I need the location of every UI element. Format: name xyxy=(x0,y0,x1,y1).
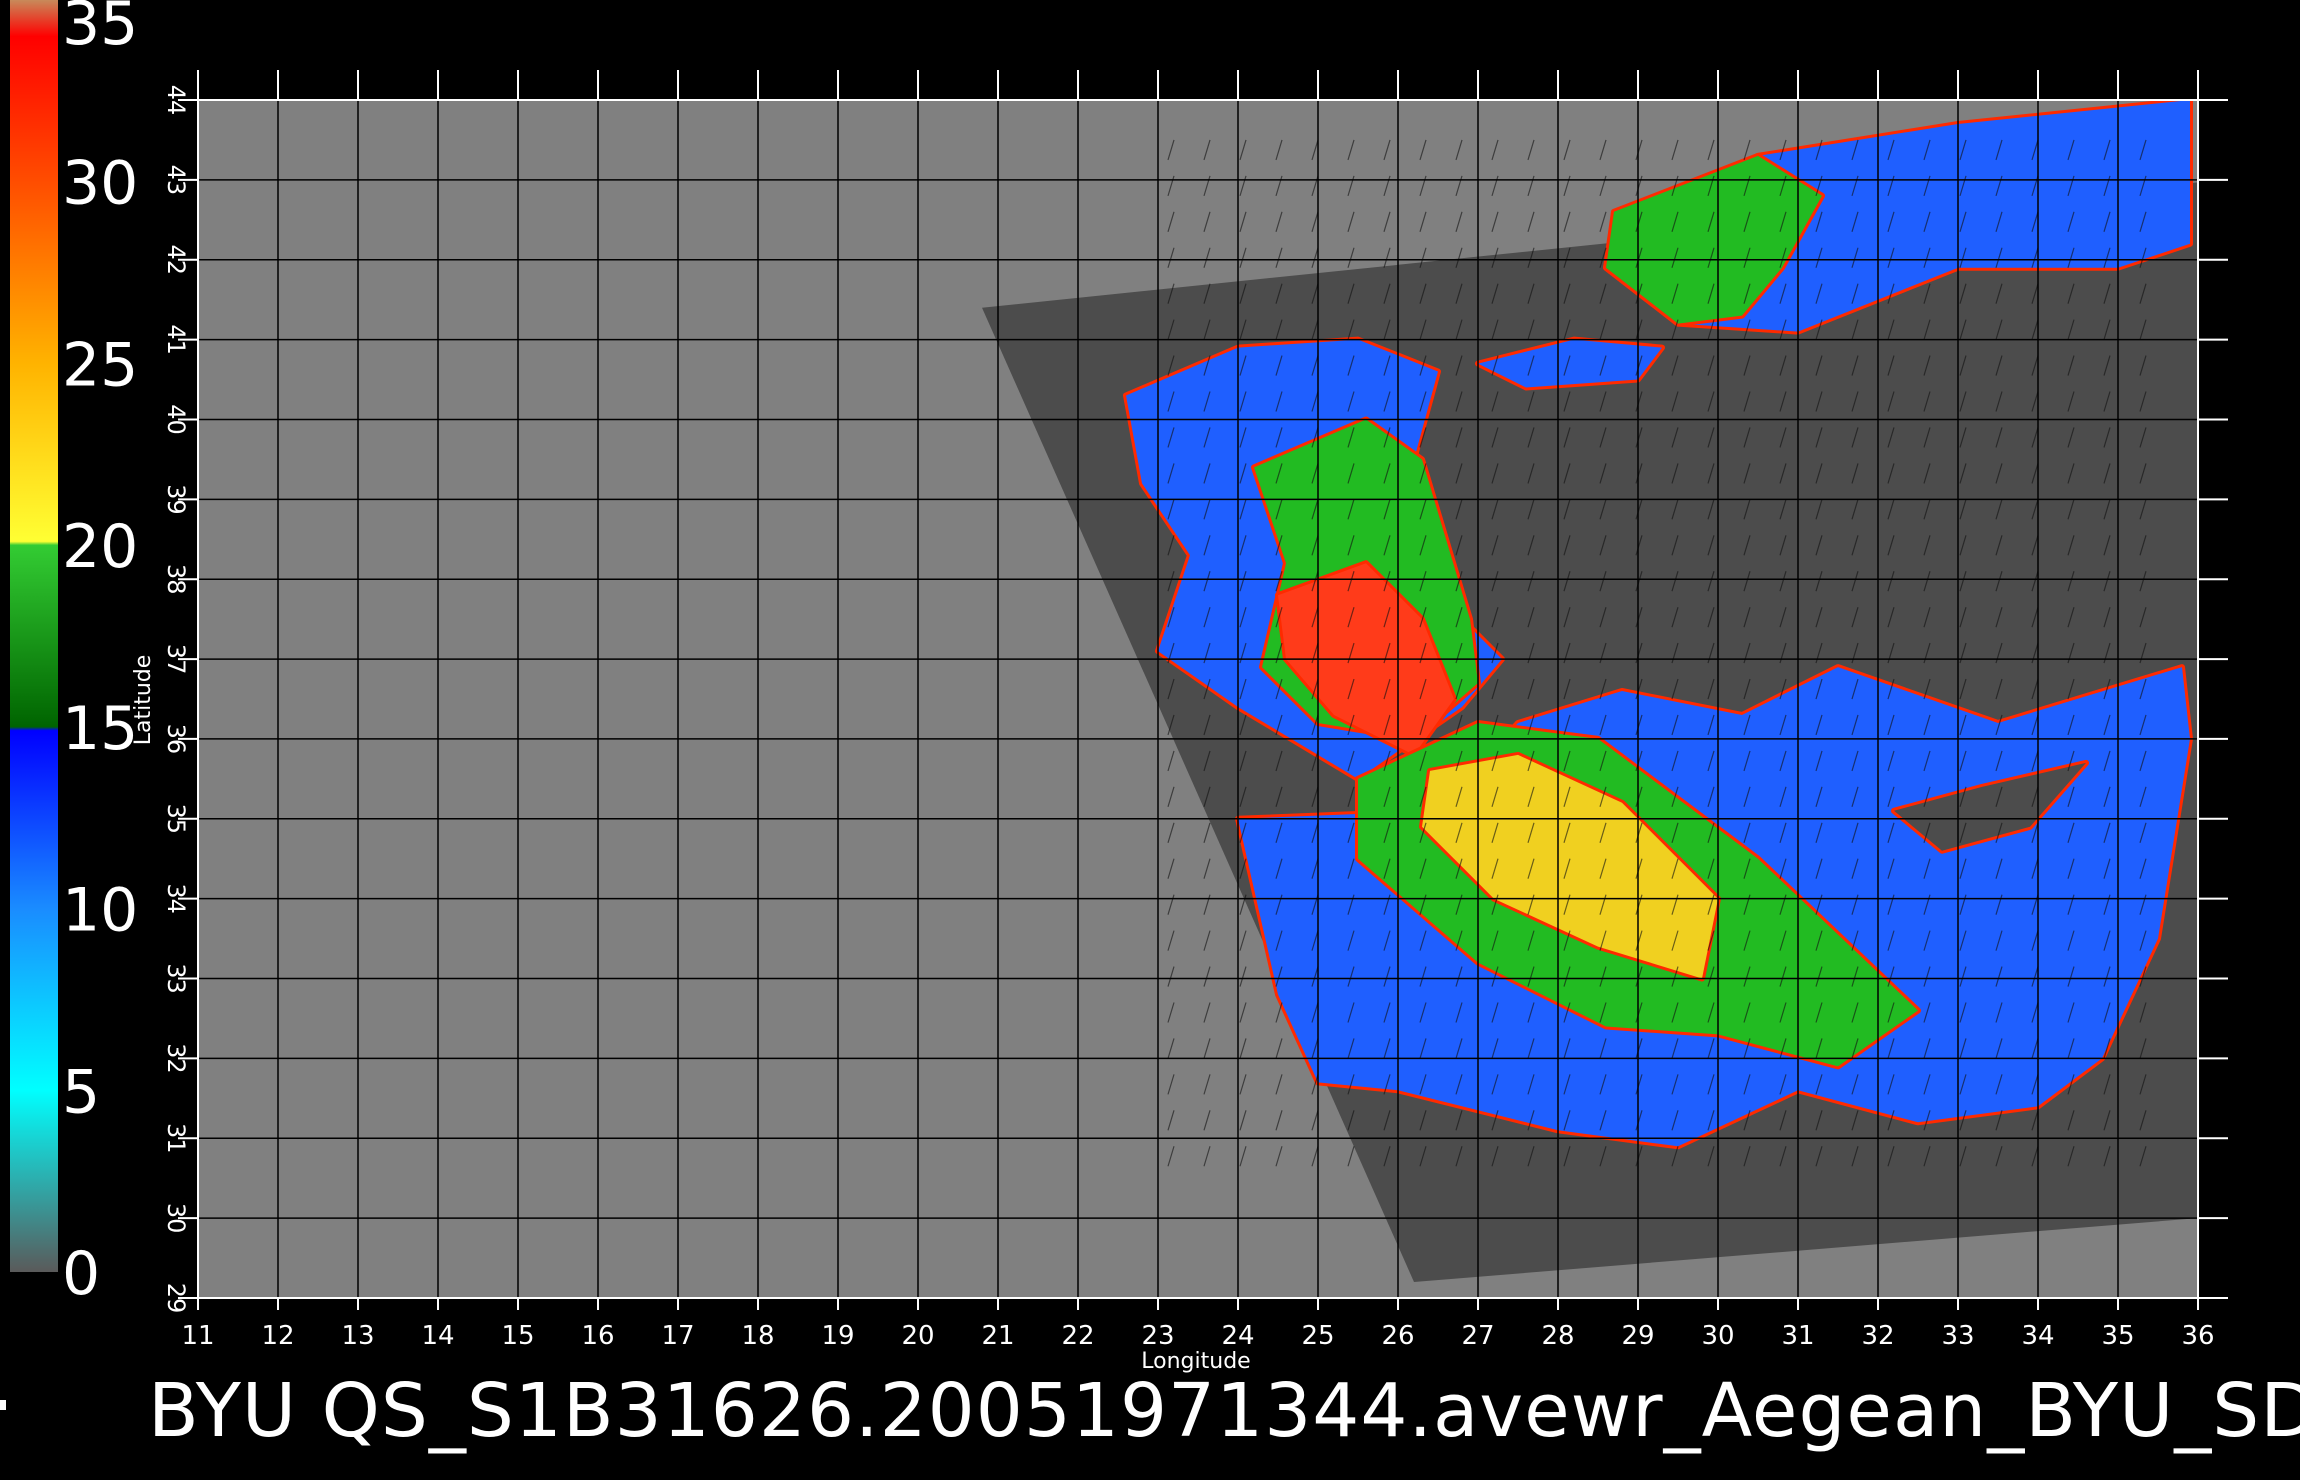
colorbar-tick-label: 0 xyxy=(62,1239,100,1309)
colorbar-tick-label: 30 xyxy=(62,149,138,219)
colorbar-tick-label: 35 xyxy=(62,0,138,59)
colorbar-tick-label: 25 xyxy=(62,330,138,400)
lat-tick-label: 30 xyxy=(162,1203,190,1234)
lon-tick-label: 20 xyxy=(901,1321,934,1351)
colorbar: 0 5 10 15 20 25 30 35 xyxy=(10,0,138,1309)
lon-tick-label: 29 xyxy=(1621,1321,1654,1351)
lat-tick-label: 39 xyxy=(162,484,190,515)
lat-tick-label: 34 xyxy=(162,883,190,914)
lat-tick-label: 43 xyxy=(162,165,190,196)
lat-tick-label: 37 xyxy=(162,644,190,675)
lon-tick-label: 21 xyxy=(981,1321,1014,1351)
lat-tick-label: 40 xyxy=(162,404,190,435)
lon-tick-label: 36 xyxy=(2181,1321,2214,1351)
lat-tick-label: 29 xyxy=(162,1283,190,1314)
lon-tick-label: 25 xyxy=(1301,1321,1334,1351)
lon-tick-label: 22 xyxy=(1061,1321,1094,1351)
lon-tick-label: 35 xyxy=(2101,1321,2134,1351)
lon-tick-label: 24 xyxy=(1221,1321,1254,1351)
colorbar-tick-label: 5 xyxy=(62,1057,100,1127)
colorbar-tick-label: 15 xyxy=(62,694,138,764)
lon-tick-label: 18 xyxy=(741,1321,774,1351)
lon-tick-label: 11 xyxy=(181,1321,214,1351)
lat-tick-label: 33 xyxy=(162,963,190,994)
lat-tick-label: 41 xyxy=(162,324,190,355)
y-axis-title: Latitude xyxy=(131,655,156,746)
lon-tick-label: 27 xyxy=(1461,1321,1494,1351)
lon-tick-label: 13 xyxy=(341,1321,374,1351)
lon-tick-label: 28 xyxy=(1541,1321,1574,1351)
figure-caption: BYU QS_S1B31626.20051971344.avewr_Aegean… xyxy=(148,1368,2300,1454)
lon-tick-label: 31 xyxy=(1781,1321,1814,1351)
lon-tick-label: 23 xyxy=(1141,1321,1174,1351)
lat-tick-label: 35 xyxy=(162,804,190,835)
edge-mark xyxy=(0,1400,6,1410)
lon-tick-label: 12 xyxy=(261,1321,294,1351)
lon-tick-label: 30 xyxy=(1701,1321,1734,1351)
lon-tick-label: 33 xyxy=(1941,1321,1974,1351)
lat-tick-label: 31 xyxy=(162,1123,190,1154)
lon-tick-label: 17 xyxy=(661,1321,694,1351)
lon-tick-label: 14 xyxy=(421,1321,454,1351)
lon-tick-label: 32 xyxy=(1861,1321,1894,1351)
lon-tick-label: 15 xyxy=(501,1321,534,1351)
lat-tick-label: 32 xyxy=(162,1043,190,1074)
lat-tick-label: 44 xyxy=(162,85,190,116)
lon-tick-label: 26 xyxy=(1381,1321,1414,1351)
lon-tick-label: 34 xyxy=(2021,1321,2054,1351)
lat-tick-label: 36 xyxy=(162,724,190,755)
colorbar-tick-label: 20 xyxy=(62,512,138,582)
lat-tick-label: 38 xyxy=(162,564,190,595)
lon-tick-label: 19 xyxy=(821,1321,854,1351)
lon-tick-label: 16 xyxy=(581,1321,614,1351)
colorbar-bar xyxy=(10,0,58,1272)
wind-map-figure: 0 5 10 15 20 25 30 35 11 12 13 14 15 16 17 18 19 20 21 22 2… xyxy=(10,0,2228,1374)
lat-tick-label: 42 xyxy=(162,244,190,275)
colorbar-tick-label: 10 xyxy=(62,876,138,946)
